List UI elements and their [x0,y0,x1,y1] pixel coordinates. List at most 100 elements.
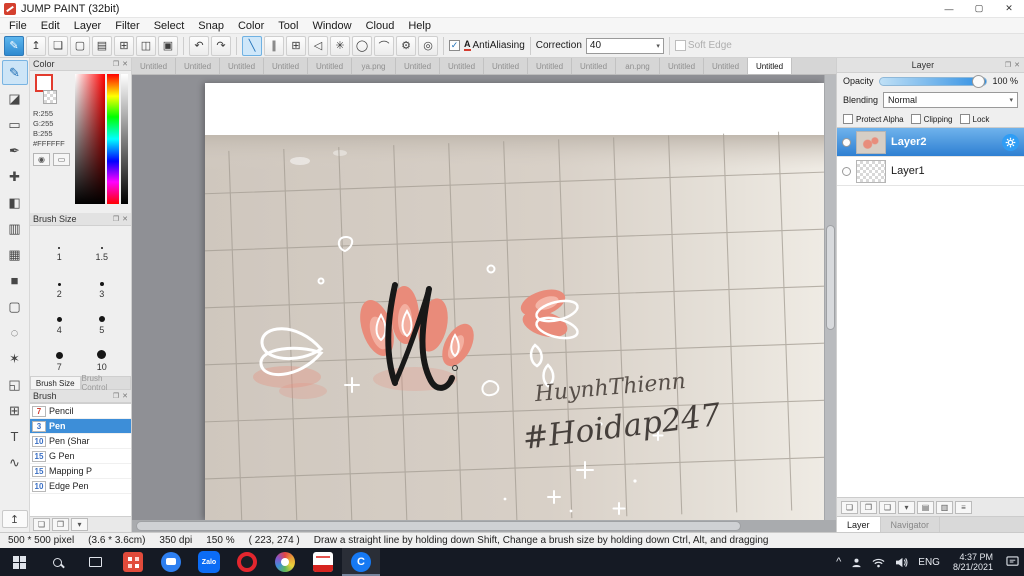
menu-select[interactable]: Select [147,20,192,32]
taskbar-app-coccoc[interactable]: C [342,548,380,576]
doc-tab-an-png[interactable]: an.png [616,58,660,74]
doc-tab[interactable]: Untitled [396,58,440,74]
tab-layer[interactable]: Layer [837,517,881,532]
visibility-dot[interactable] [842,137,851,147]
popout-icon[interactable]: ❐ [1005,61,1011,69]
doc-tab[interactable]: Untitled [484,58,528,74]
blending-select[interactable]: Normal ▾ [883,92,1018,108]
tool-magic-wand[interactable]: ✶ [2,346,28,371]
taskbar-app-messenger[interactable] [152,548,190,576]
doc-tab[interactable]: Untitled [528,58,572,74]
layer-more-button[interactable]: ▾ [898,500,915,514]
doc-tab-ya-png[interactable]: ya.png [352,58,396,74]
popout-icon[interactable]: ❐ [113,60,119,68]
tool-pen[interactable]: ✒ [2,138,28,163]
snap-curve-button[interactable]: ⌒ [374,35,394,56]
close-icon[interactable]: ✕ [122,215,128,223]
brush-size-option[interactable]: 3 [81,265,124,299]
tool-bucket[interactable]: ◧ [2,190,28,215]
panels-button[interactable]: ◫ [136,35,156,56]
taskbar-app-reader[interactable] [304,548,342,576]
action-center-button[interactable] [1001,548,1024,576]
vertical-scrollbar-handle[interactable] [826,225,835,330]
popout-icon[interactable]: ❐ [113,392,119,400]
doc-tab[interactable]: Untitled [308,58,352,74]
comment-button[interactable]: ❏ [48,35,68,56]
canvas[interactable]: HuynhThienn #Hoidap247 [205,83,824,520]
redo-button[interactable]: ↷ [211,35,231,56]
brush-item-edge-pen[interactable]: 10 Edge Pen [30,479,131,494]
tray-network-button[interactable] [867,548,890,576]
task-view-button[interactable] [76,548,114,576]
menu-window[interactable]: Window [305,20,358,32]
antialiasing-checkbox[interactable]: ✓ [449,40,460,51]
soft-edge-checkbox[interactable] [674,40,686,51]
brush-size-option[interactable]: 10 [81,338,124,372]
doc-tab[interactable]: Untitled [440,58,484,74]
menu-snap[interactable]: Snap [191,20,231,32]
taskbar-search-button[interactable] [38,548,76,576]
collapse-panel-button[interactable]: ↥ [1,510,28,528]
doc-tab[interactable]: Untitled [704,58,748,74]
tool-brush[interactable]: ✎ [1,60,28,85]
taskbar-app-opera[interactable] [228,548,266,576]
brush-item-g-pen[interactable]: 15 G Pen [30,449,131,464]
tray-expand-button[interactable]: ^ [831,548,846,576]
menu-color[interactable]: Color [231,20,271,32]
brush-item-mapping-pen[interactable]: 15 Mapping P [30,464,131,479]
taskbar-app-zalo[interactable]: Zalo [190,548,228,576]
brush-size-option[interactable]: 5 [81,301,124,335]
brush-size-option[interactable]: 1.5 [81,228,124,262]
menu-layer[interactable]: Layer [67,20,109,32]
tool-shape[interactable]: ■ [2,268,28,293]
snap-off-button[interactable]: ◎ [418,35,438,56]
clipping-checkbox[interactable] [910,114,921,124]
undo-button[interactable]: ↶ [189,35,209,56]
add-layer-button[interactable]: ❏ [841,500,858,514]
snap-cross-button[interactable]: ⊞ [286,35,306,56]
brush-size-option[interactable]: 1 [38,228,81,262]
close-icon[interactable]: ✕ [122,392,128,400]
tool-text[interactable]: T [2,424,28,449]
start-button[interactable] [0,548,38,576]
color-mode-button[interactable]: ◉ [33,153,50,166]
doc-tab[interactable]: Untitled [660,58,704,74]
opacity-slider-handle[interactable] [972,74,986,88]
snap-parallel-button[interactable]: ∥ [264,35,284,56]
tool-eraser[interactable]: ◪ [2,86,28,111]
snap-ellipse-button[interactable]: ◯ [352,35,372,56]
delete-layer-button[interactable]: ▥ [936,500,953,514]
tray-language-button[interactable]: ENG [913,548,945,576]
layer-folder-button[interactable]: ▤ [917,500,934,514]
tab-navigator[interactable]: Navigator [880,517,941,532]
export-button[interactable]: ↥ [26,35,46,56]
taskbar-app-photos[interactable] [114,548,152,576]
doc-tab[interactable]: Untitled [220,58,264,74]
layer-settings-button[interactable] [1002,133,1019,151]
tool-transform[interactable]: ◱ [2,372,28,397]
layer-menu-button[interactable]: ≡ [955,500,972,514]
brush-size-option[interactable]: 7 [38,338,81,372]
color-bar-button[interactable]: ▭ [53,153,70,166]
edit-brush-button[interactable]: ❐ [52,518,69,531]
snap-vanish-button[interactable]: ◁ [308,35,328,56]
doc-tab[interactable]: Untitled [572,58,616,74]
doc-tab-active[interactable]: Untitled [748,58,792,74]
saturation-value-picker[interactable] [75,74,105,204]
vertical-scrollbar[interactable] [824,75,836,520]
doc-tab[interactable]: Untitled [264,58,308,74]
tool-select-rect[interactable]: ▭ [2,112,28,137]
tray-volume-button[interactable] [890,548,913,576]
grid-toggle-button[interactable]: ⊞ [114,35,134,56]
maximize-button[interactable]: ▢ [964,0,994,18]
layout-button[interactable]: ▣ [158,35,178,56]
minimize-button[interactable]: — [934,0,964,18]
close-button[interactable]: ✕ [994,0,1024,18]
opacity-slider[interactable] [878,74,988,88]
correction-select[interactable]: 40 ▾ [585,37,664,54]
menu-file[interactable]: File [2,20,34,32]
taskbar-app-paint[interactable] [266,548,304,576]
doc-tab[interactable]: Untitled [176,58,220,74]
tool-grid[interactable]: ⊞ [2,398,28,423]
snap-settings-button[interactable]: ⚙ [396,35,416,56]
